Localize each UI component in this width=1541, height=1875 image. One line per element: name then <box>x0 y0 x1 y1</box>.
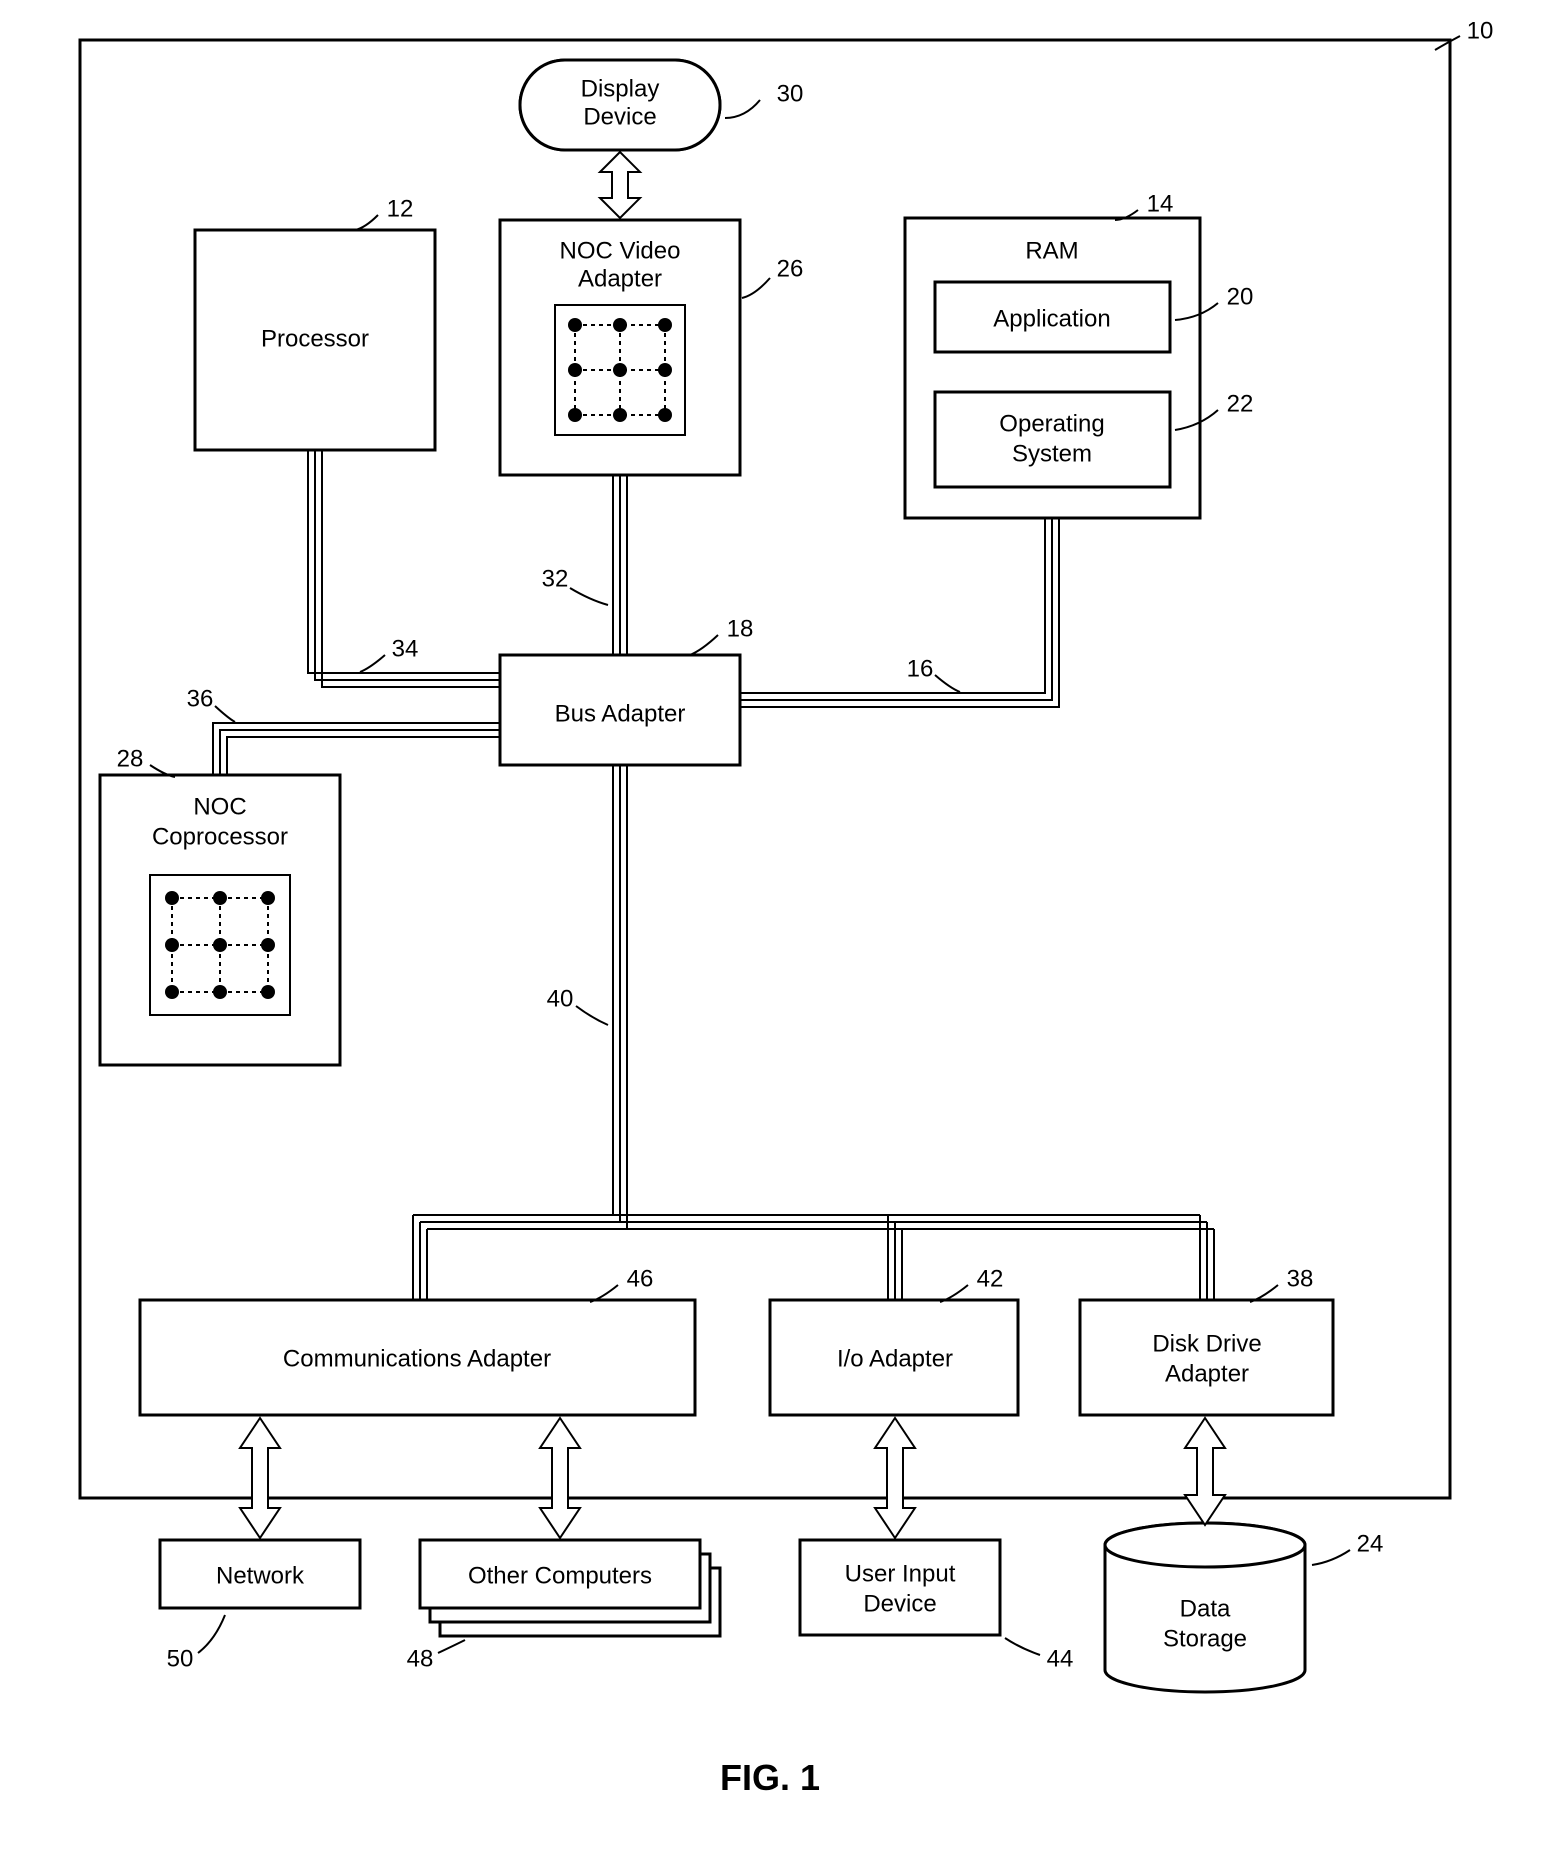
ref-48: 48 <box>407 1645 434 1672</box>
application-label: Application <box>993 305 1110 332</box>
noc-grid-video <box>555 305 685 435</box>
ref-24: 24 <box>1357 1530 1384 1557</box>
ref-12: 12 <box>387 195 414 222</box>
network-label: Network <box>216 1562 305 1589</box>
data-label-2: Storage <box>1163 1625 1247 1652</box>
user-input-device <box>800 1540 1000 1635</box>
ref-18: 18 <box>727 615 754 642</box>
disk-label-2: Adapter <box>1165 1360 1249 1387</box>
other-computers: Other Computers <box>420 1540 720 1636</box>
noc-grid-coprocessor <box>150 875 290 1015</box>
ram-label: RAM <box>1025 237 1078 264</box>
ref-42: 42 <box>977 1265 1004 1292</box>
comm-label: Communications Adapter <box>283 1345 551 1372</box>
disk-drive-adapter <box>1080 1300 1333 1415</box>
noc-video-label-2: Adapter <box>578 265 662 292</box>
arrow-io-user <box>875 1418 915 1538</box>
ref-10: 10 <box>1467 17 1494 44</box>
ref-46: 46 <box>627 1265 654 1292</box>
arrow-disk-data <box>1185 1418 1225 1525</box>
ref-16: 16 <box>907 655 934 682</box>
ref-44: 44 <box>1047 1645 1074 1672</box>
bus-adapter-label: Bus Adapter <box>555 700 686 727</box>
other-label: Other Computers <box>468 1562 652 1589</box>
user-label-2: Device <box>863 1590 936 1617</box>
ref-36: 36 <box>187 685 214 712</box>
disk-label-1: Disk Drive <box>1152 1330 1261 1357</box>
ref-50: 50 <box>167 1645 194 1672</box>
system-box <box>80 40 1450 1498</box>
ref-30: 30 <box>777 80 804 107</box>
data-storage: Data Storage <box>1105 1523 1305 1692</box>
arrow-comm-other <box>540 1418 580 1538</box>
ref-20: 20 <box>1227 283 1254 310</box>
bus-40 <box>413 765 1214 1300</box>
diagram: Display Device Display Device 30 Process… <box>0 0 1541 1875</box>
ref-14: 14 <box>1147 190 1174 217</box>
data-label-1: Data <box>1180 1595 1231 1622</box>
os-label-2: System <box>1012 440 1092 467</box>
bus-36 <box>213 723 500 775</box>
user-label-1: User Input <box>845 1560 956 1587</box>
ref-40: 40 <box>547 985 574 1012</box>
svg-text:Device: Device <box>583 103 656 130</box>
noc-cop-label-1: NOC <box>193 793 246 820</box>
ref-22: 22 <box>1227 390 1254 417</box>
noc-video-label-1: NOC Video <box>560 237 681 264</box>
ref-34: 34 <box>392 635 419 662</box>
ref-32: 32 <box>542 565 569 592</box>
ref-38: 38 <box>1287 1265 1314 1292</box>
arrow-display-video <box>600 152 640 218</box>
ref-26: 26 <box>777 255 804 282</box>
os-label-1: Operating <box>999 410 1104 437</box>
processor-label: Processor <box>261 325 369 352</box>
svg-text:Display: Display <box>581 75 660 102</box>
bus-16 <box>740 518 1059 707</box>
figure-caption: FIG. 1 <box>720 1757 820 1798</box>
arrow-comm-network <box>240 1418 280 1538</box>
io-label: I/o Adapter <box>837 1345 953 1372</box>
noc-cop-label-2: Coprocessor <box>152 823 288 850</box>
ref-28: 28 <box>117 745 144 772</box>
bus-32 <box>613 475 627 655</box>
